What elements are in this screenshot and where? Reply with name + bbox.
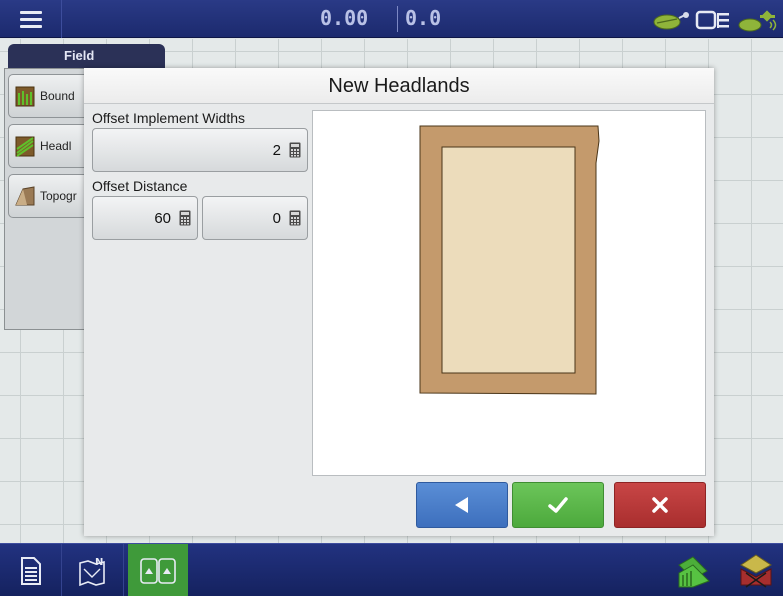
dialog-title: New Headlands <box>84 68 714 104</box>
accept-button[interactable] <box>512 482 604 528</box>
map-navigation-button[interactable]: N <box>62 544 124 596</box>
calculator-icon <box>289 142 301 158</box>
back-arrow-icon <box>455 497 468 513</box>
speed-readout: 0.00 <box>320 6 369 30</box>
bottom-toolbar: N <box>0 543 783 596</box>
menu-icon <box>19 10 42 14</box>
headland-label: Headl <box>40 139 72 153</box>
headland-preview <box>312 110 706 476</box>
boundary-icon <box>15 86 35 107</box>
gps-receiver-icon[interactable] <box>651 10 691 30</box>
offset-widths-value: 2 <box>272 141 281 159</box>
headland-preview-graphic <box>419 125 600 395</box>
offset-distance-minor-field[interactable]: 0 <box>202 196 308 240</box>
menu-icon-line <box>19 24 42 28</box>
checkmark-icon <box>548 497 568 513</box>
layer-disabled-button[interactable] <box>725 544 783 596</box>
calculator-icon <box>289 210 301 226</box>
readout-divider <box>397 6 398 32</box>
split-view-icon <box>140 557 176 584</box>
offset-distance-label: Offset Distance <box>92 178 188 194</box>
menu-button[interactable] <box>0 0 62 38</box>
split-view-button[interactable] <box>128 544 188 596</box>
calculator-icon <box>179 210 191 226</box>
topography-icon <box>15 186 35 206</box>
field-layer-button[interactable] <box>664 544 726 596</box>
area-readout: 0.0 <box>405 6 442 30</box>
field-layer-icon <box>678 555 710 587</box>
field-interior <box>441 146 576 374</box>
rtk-signal-icon[interactable] <box>736 4 780 34</box>
close-x-icon <box>652 497 668 513</box>
headland-icon <box>15 136 35 157</box>
cancel-button[interactable] <box>614 482 706 528</box>
offset-implement-widths-label: Offset Implement Widths <box>92 110 246 126</box>
implement-icon[interactable] <box>695 9 731 31</box>
offset-implement-widths-field[interactable]: 2 <box>92 128 308 172</box>
svg-text:N: N <box>95 557 103 568</box>
new-headlands-dialog: New Headlands Offset Implement Widths 2 … <box>84 68 714 536</box>
field-panel-tab[interactable]: Field <box>8 44 165 68</box>
layer-disabled-icon <box>740 553 772 588</box>
report-icon <box>20 556 41 585</box>
topography-label: Topogr <box>40 189 77 203</box>
report-button[interactable] <box>0 544 62 596</box>
offset-distance-major-value: 60 <box>154 209 171 227</box>
offset-distance-major-field[interactable]: 60 <box>92 196 198 240</box>
boundary-label: Bound <box>40 89 75 103</box>
top-status-bar: 0.00 0.0 <box>0 0 783 38</box>
offset-distance-minor-value: 0 <box>272 209 281 227</box>
back-button[interactable] <box>416 482 508 528</box>
menu-icon-line <box>19 17 42 21</box>
map-north-icon: N <box>78 557 105 586</box>
